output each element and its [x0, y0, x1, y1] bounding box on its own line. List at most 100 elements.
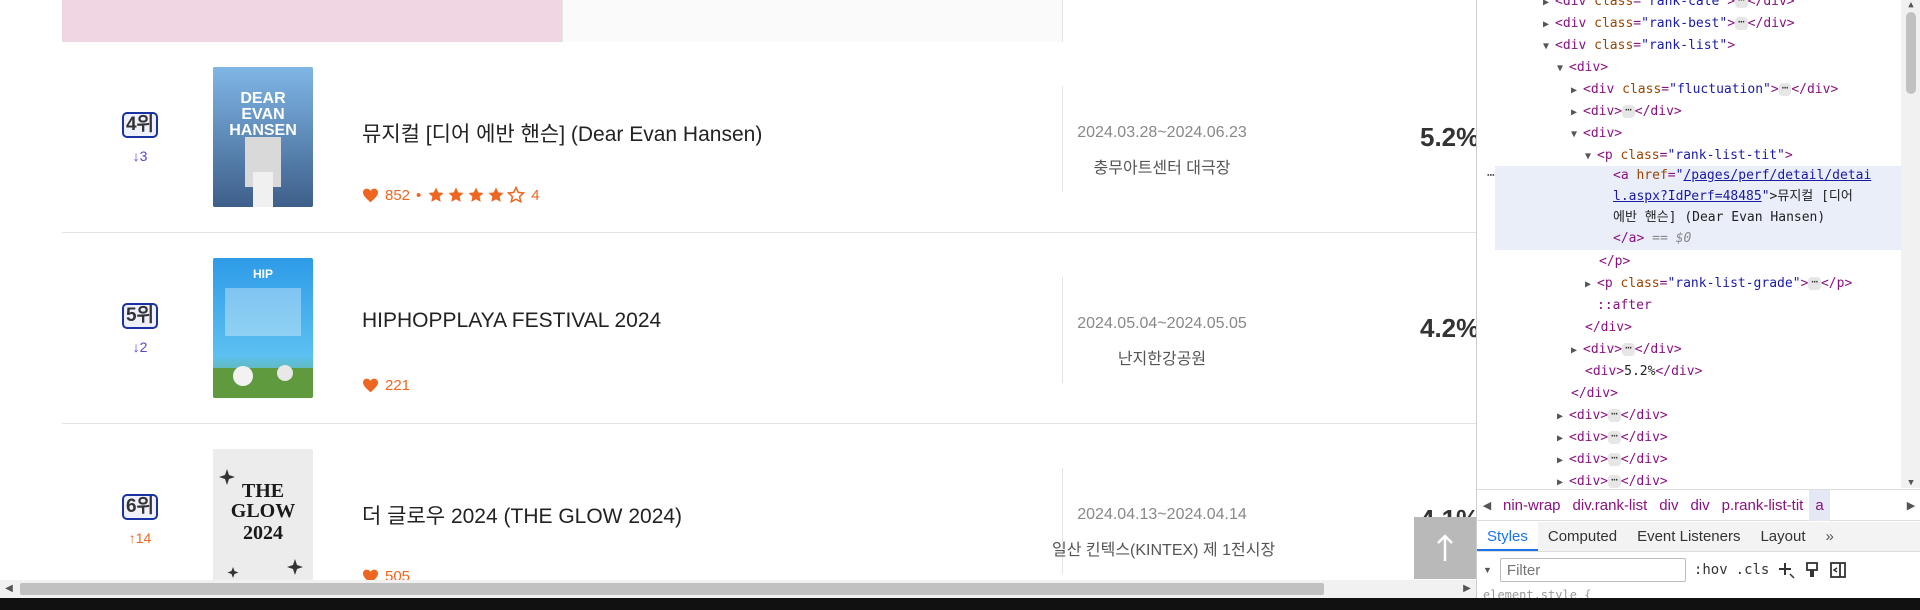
star-empty-icon: [507, 186, 526, 204]
expand-arrow-icon[interactable]: ▶: [1571, 103, 1583, 123]
breadcrumb-item[interactable]: nin-wrap: [1497, 497, 1567, 514]
rank-list-title-link[interactable]: 더 글로우 2024 (THE GLOW 2024): [362, 500, 682, 530]
rank-list-item[interactable]: 5위 ↓2 HIP HIPHOPPLAYA FESTIVAL 2024 221 …: [62, 233, 1476, 424]
scrollbar-thumb[interactable]: [20, 583, 1324, 595]
collapse-arrow-icon[interactable]: ▼: [1571, 125, 1583, 145]
rank-label: 6위: [121, 494, 159, 520]
paint-brush-icon[interactable]: [1803, 561, 1821, 579]
poster-image[interactable]: DEAR EVAN HANSEN: [213, 67, 313, 207]
dom-node[interactable]: ▼ <div>: [1571, 124, 1622, 144]
rank-list-item[interactable]: 4위 ↓3 DEAR EVAN HANSEN 뮤지컬 [디어 에반 핸슨] (D…: [62, 42, 1476, 233]
rank-number: 5위 ↓2: [120, 303, 160, 355]
devtools-panel: ▶<div class="rank-cate">⋯</div> ▶<div cl…: [1476, 0, 1920, 598]
dom-node[interactable]: ▼ <p class="rank-list-tit">: [1585, 146, 1793, 166]
poster-image[interactable]: THE GLOW 2024: [213, 449, 313, 580]
rating-value: 4: [531, 186, 540, 204]
tab-event-listeners[interactable]: Event Listeners: [1627, 522, 1750, 551]
poster-text: EVAN: [241, 106, 284, 123]
dom-node[interactable]: ▶ <div> ⋯ </div>: [1571, 340, 1682, 360]
horizontal-scrollbar[interactable]: ◀ ▶: [0, 580, 1476, 598]
scroll-up-arrow-icon[interactable]: ▲: [1901, 0, 1920, 10]
breadcrumb-right-arrow-icon[interactable]: ▶: [1901, 499, 1920, 512]
booking-share: 4.2%: [1420, 313, 1476, 343]
previous-row-cell: [62, 0, 562, 42]
dom-node[interactable]: ▶ <div> ⋯ </div>: [1557, 450, 1668, 470]
dom-node[interactable]: ▶ <div> ⋯ </div>: [1557, 428, 1668, 448]
breadcrumb-item[interactable]: div: [1684, 497, 1715, 514]
expand-arrow-icon[interactable]: ▼: [1483, 565, 1492, 575]
breadcrumb-item[interactable]: div.rank-list: [1567, 497, 1654, 514]
scroll-down-arrow-icon[interactable]: ▼: [1901, 478, 1920, 488]
dom-node[interactable]: ▶ <div> ⋯ </div>: [1557, 472, 1668, 488]
dom-node[interactable]: ▶<div class="rank-cate">⋯</div>: [1543, 0, 1795, 12]
dom-node[interactable]: </p>: [1599, 252, 1630, 272]
rank-list-item[interactable]: 6위 ↑14 THE GLOW 2024 더 글로우 2024 (THE GLO…: [62, 424, 1476, 580]
rank-list-title-link[interactable]: 뮤지컬 [디어 에반 핸슨] (Dear Evan Hansen): [362, 118, 762, 148]
expand-arrow-icon[interactable]: ▶: [1585, 275, 1597, 295]
scroll-right-arrow-icon[interactable]: ▶: [1458, 580, 1476, 598]
previous-row-cell: [1062, 0, 1476, 42]
dom-node[interactable]: ▼ <div>: [1557, 58, 1608, 78]
dom-node[interactable]: <div>5.2%</div>: [1585, 362, 1702, 382]
heart-icon: [363, 378, 378, 393]
node-actions-ellipsis[interactable]: ⋯: [1487, 166, 1495, 186]
expand-arrow-icon[interactable]: ▶: [1571, 81, 1583, 101]
tab-layout[interactable]: Layout: [1750, 522, 1815, 551]
dom-node[interactable]: ▶ <div> ⋯ </div>: [1571, 102, 1682, 122]
dom-node-selected[interactable]: 에반 핸슨] (Dear Evan Hansen): [1613, 208, 1825, 228]
star-filled-icon: [488, 187, 504, 202]
dom-node[interactable]: ▶ <div class="rank-best"> ⋯ </div>: [1543, 14, 1795, 34]
dom-node-selected[interactable]: </a> == $0: [1613, 229, 1691, 249]
expand-arrow-icon[interactable]: ▶: [1557, 429, 1569, 449]
dom-node[interactable]: ▶ <div> ⋯ </div>: [1557, 406, 1668, 426]
scroll-left-arrow-icon[interactable]: ◀: [0, 580, 18, 598]
breadcrumb-item[interactable]: div: [1653, 497, 1684, 514]
expand-arrow-icon[interactable]: ▶: [1557, 473, 1569, 488]
arrow-up-icon: [1437, 534, 1453, 561]
class-toggle[interactable]: .cls: [1736, 562, 1770, 578]
tab-computed[interactable]: Computed: [1538, 522, 1627, 551]
collapse-arrow-icon[interactable]: ▼: [1543, 37, 1555, 57]
expand-arrow-icon[interactable]: ▶: [1571, 341, 1583, 361]
performance-venue: 일산 킨텍스(KINTEX) 제 1전시장: [1052, 542, 1276, 559]
dom-node-selected[interactable]: l.aspx?IdPerf=48485">뮤지컬 [디어: [1613, 187, 1853, 207]
poster-text: GLOW: [231, 500, 295, 522]
breadcrumb-item-active[interactable]: a: [1809, 489, 1830, 521]
new-style-rule-icon[interactable]: [1777, 561, 1795, 579]
breadcrumb-item[interactable]: p.rank-list-tit: [1716, 497, 1810, 514]
expand-arrow-icon[interactable]: ▶: [1543, 0, 1555, 13]
dom-node-selected[interactable]: <a href="/pages/perf/detail/detai: [1613, 166, 1871, 186]
dom-node[interactable]: ▼ <div class="rank-list">: [1543, 36, 1735, 56]
like-count: 852: [385, 186, 411, 204]
styles-filter-input[interactable]: [1499, 558, 1686, 582]
separator-dot: •: [416, 186, 422, 204]
expand-arrow-icon[interactable]: ▶: [1557, 451, 1569, 471]
heart-icon: [363, 188, 378, 202]
dom-node[interactable]: </div>: [1585, 318, 1632, 338]
expand-arrow-icon[interactable]: ▶: [1557, 407, 1569, 427]
dom-pseudo-element[interactable]: ::after: [1597, 296, 1652, 316]
rank-list-grade: 505: [362, 568, 410, 580]
performance-venue: 충무아트센터 대극장: [1093, 160, 1231, 177]
scrollbar-thumb[interactable]: [1906, 12, 1916, 94]
breadcrumb-left-arrow-icon[interactable]: ◀: [1477, 499, 1497, 512]
rank-label: 4위: [121, 112, 159, 138]
dom-node[interactable]: ▶ <p class="rank-list-grade"> ⋯ </p>: [1585, 274, 1852, 294]
poster-text: DEAR: [240, 90, 286, 107]
collapse-arrow-icon[interactable]: ▼: [1557, 59, 1569, 79]
more-tabs-button[interactable]: »: [1816, 522, 1844, 551]
rank-list-title-link[interactable]: HIPHOPPLAYA FESTIVAL 2024: [362, 309, 661, 333]
performance-period: 2024.04.13~2024.04.14: [1077, 506, 1247, 523]
collapse-arrow-icon[interactable]: ▼: [1585, 147, 1597, 167]
dom-node[interactable]: ▶ <div class="fluctuation"> ⋯ </div>: [1571, 80, 1838, 100]
booking-share: 5.2%: [1420, 122, 1476, 152]
toggle-sidebar-icon[interactable]: [1829, 561, 1847, 579]
scroll-to-top-button[interactable]: [1414, 517, 1476, 579]
performance-period: 2024.03.28~2024.06.23: [1077, 124, 1247, 141]
hover-state-toggle[interactable]: :hov: [1694, 562, 1728, 578]
dom-node[interactable]: </div>: [1571, 384, 1618, 404]
dom-tree-scrollbar[interactable]: ▲ ▼: [1901, 0, 1920, 488]
expand-arrow-icon[interactable]: ▶: [1543, 15, 1555, 35]
poster-image[interactable]: HIP: [213, 258, 313, 398]
tab-styles[interactable]: Styles: [1477, 522, 1538, 551]
